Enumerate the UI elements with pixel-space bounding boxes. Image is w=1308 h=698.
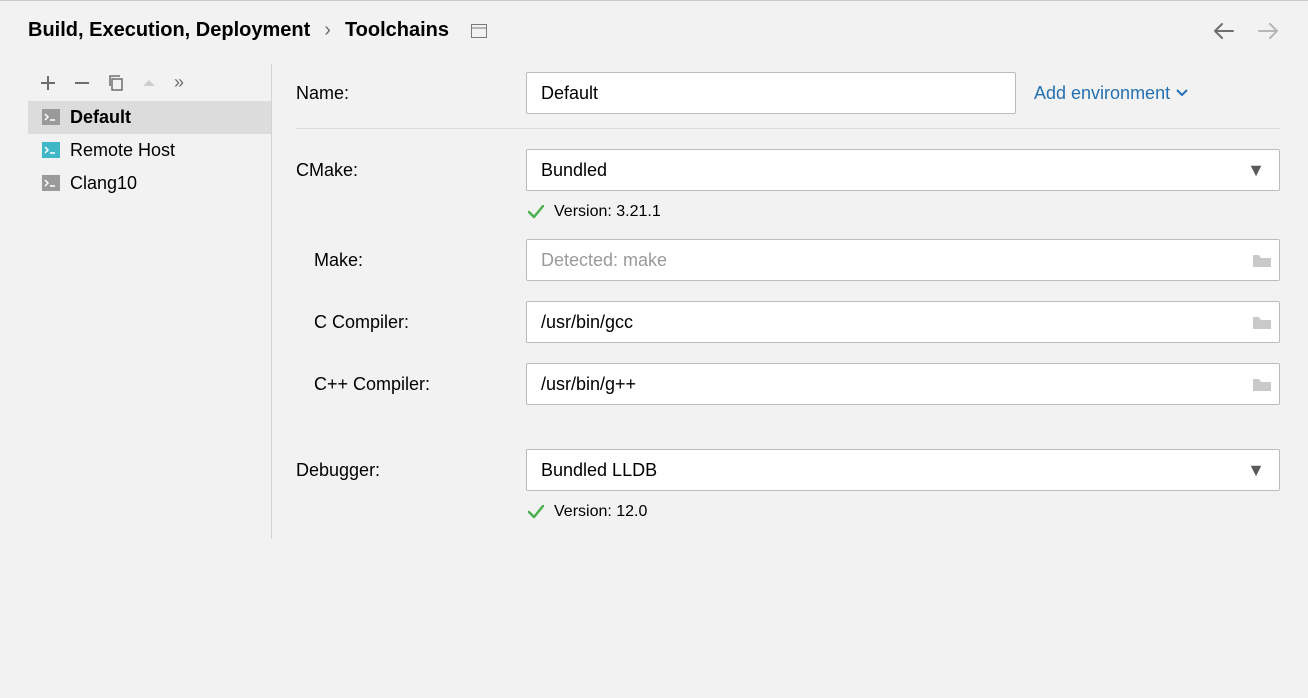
- check-icon: [528, 505, 544, 519]
- c-compiler-label: C Compiler:: [296, 312, 526, 333]
- list-item-label: Default: [70, 107, 131, 128]
- back-button[interactable]: [1212, 22, 1234, 40]
- make-label: Make:: [296, 250, 526, 271]
- sidebar: » Default Remote Host Clang10: [28, 64, 272, 539]
- cmake-version: Version: 3.21.1: [296, 203, 1280, 221]
- header: Build, Execution, Deployment › Toolchain…: [0, 1, 1308, 64]
- list-item-label: Remote Host: [70, 140, 175, 161]
- breadcrumb-current: Toolchains: [345, 19, 449, 42]
- remove-button[interactable]: [74, 75, 90, 91]
- add-environment-link[interactable]: Add environment: [1034, 83, 1188, 104]
- name-label: Name:: [296, 83, 526, 104]
- folder-icon[interactable]: [1252, 252, 1272, 268]
- c-compiler-input[interactable]: [526, 301, 1280, 343]
- folder-icon[interactable]: [1252, 314, 1272, 330]
- form: Name: Add environment CMake: Bundled ▼: [272, 64, 1308, 539]
- breadcrumb-parent[interactable]: Build, Execution, Deployment: [28, 19, 310, 42]
- chevron-right-icon: ›: [324, 19, 331, 42]
- list-item-label: Clang10: [70, 173, 137, 194]
- check-icon: [528, 205, 544, 219]
- caret-down-icon: ▼: [1247, 460, 1265, 481]
- window-icon: [471, 24, 487, 38]
- make-input[interactable]: [526, 239, 1280, 281]
- cmake-select[interactable]: Bundled ▼: [526, 149, 1280, 191]
- separator: [296, 128, 1280, 129]
- copy-button[interactable]: [108, 75, 124, 91]
- cmake-label: CMake:: [296, 160, 526, 181]
- terminal-icon: [42, 175, 60, 193]
- list-item-clang10[interactable]: Clang10: [28, 167, 271, 200]
- debugger-select[interactable]: Bundled LLDB ▼: [526, 449, 1280, 491]
- add-button[interactable]: [40, 75, 56, 91]
- breadcrumb: Build, Execution, Deployment › Toolchain…: [28, 19, 1212, 42]
- name-input[interactable]: [526, 72, 1016, 114]
- caret-down-icon: ▼: [1247, 160, 1265, 181]
- terminal-icon: [42, 109, 60, 127]
- cpp-compiler-label: C++ Compiler:: [296, 374, 526, 395]
- list-item-default[interactable]: Default: [28, 101, 271, 134]
- move-up-button[interactable]: [142, 78, 156, 88]
- toolchain-list: Default Remote Host Clang10: [28, 101, 271, 200]
- remote-icon: [42, 142, 60, 160]
- folder-icon[interactable]: [1252, 376, 1272, 392]
- cpp-compiler-input[interactable]: [526, 363, 1280, 405]
- debugger-label: Debugger:: [296, 460, 526, 481]
- list-item-remote-host[interactable]: Remote Host: [28, 134, 271, 167]
- more-button[interactable]: »: [174, 72, 184, 93]
- debugger-version: Version: 12.0: [296, 503, 1280, 521]
- forward-button[interactable]: [1258, 22, 1280, 40]
- chevron-down-icon: [1176, 89, 1188, 97]
- sidebar-toolbar: »: [28, 64, 271, 101]
